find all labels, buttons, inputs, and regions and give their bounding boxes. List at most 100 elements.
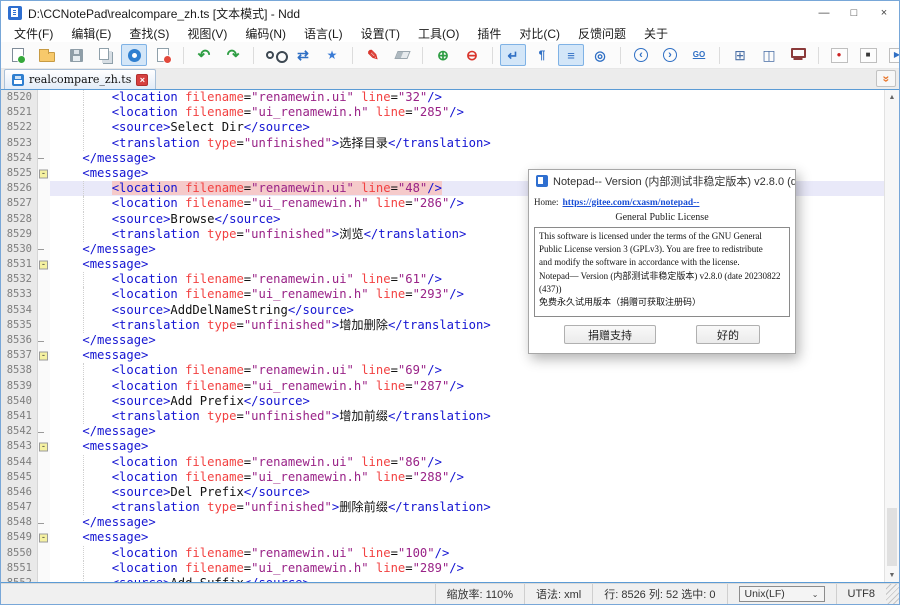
code-line[interactable]: 8542 </message> — [1, 424, 884, 439]
code-line[interactable]: 8551 <location filename="ui_renamewin.h"… — [1, 561, 884, 576]
code-line[interactable]: 8546 <source>Del Prefix</source> — [1, 485, 884, 500]
line-number[interactable]: 8531 — [1, 257, 37, 272]
line-number[interactable]: 8543 — [1, 439, 37, 454]
code-text[interactable]: <source>Del Prefix</source> — [50, 485, 884, 500]
tab-close-icon[interactable]: × — [136, 74, 148, 86]
line-number[interactable]: 8548 — [1, 515, 37, 530]
bookmark-icon[interactable]: ★ — [319, 44, 345, 66]
maximize-button[interactable]: □ — [839, 1, 869, 25]
new-file-icon[interactable] — [5, 44, 31, 66]
menu-view[interactable]: 视图(V) — [178, 25, 236, 42]
menu-settings[interactable]: 设置(T) — [352, 25, 409, 42]
line-number[interactable]: 8534 — [1, 303, 37, 318]
code-line[interactable]: 8550 <location filename="renamewin.ui" l… — [1, 546, 884, 561]
code-text[interactable]: <location filename="renamewin.ui" line="… — [50, 363, 884, 378]
menu-encoding[interactable]: 编码(N) — [236, 25, 295, 42]
code-line[interactable]: 8545 <location filename="ui_renamewin.h"… — [1, 470, 884, 485]
eraser-icon[interactable] — [389, 44, 415, 66]
line-number[interactable]: 8550 — [1, 546, 37, 561]
fold-collapse-icon[interactable]: - — [39, 260, 48, 269]
line-number[interactable]: 8546 — [1, 485, 37, 500]
fold-margin[interactable]: - — [37, 439, 50, 454]
line-number[interactable]: 8526 — [1, 181, 37, 196]
code-line[interactable]: 8543- <message> — [1, 439, 884, 454]
goto-line-icon[interactable]: GO — [686, 44, 712, 66]
split-window-icon[interactable]: ⊞ — [727, 44, 753, 66]
code-line[interactable]: 8540 <source>Add Prefix</source> — [1, 394, 884, 409]
close-doc-icon[interactable] — [121, 44, 147, 66]
code-text[interactable]: <location filename="ui_renamewin.h" line… — [50, 561, 884, 576]
line-number[interactable]: 8524 — [1, 151, 37, 166]
indent-guide-icon[interactable]: ≡ — [558, 44, 584, 66]
vertical-split-icon[interactable]: ◫ — [756, 44, 782, 66]
code-text[interactable]: <translation type="unfinished">选择目录</tra… — [50, 136, 884, 151]
line-number[interactable]: 8552 — [1, 576, 37, 582]
fold-margin[interactable]: - — [37, 257, 50, 272]
resize-grip[interactable] — [886, 584, 899, 604]
line-number[interactable]: 8541 — [1, 409, 37, 424]
code-text[interactable]: </message> — [50, 151, 884, 166]
code-text[interactable]: </message> — [50, 515, 884, 530]
line-number[interactable]: 8525 — [1, 166, 37, 181]
menu-feedback[interactable]: 反馈问题 — [569, 25, 635, 42]
code-line[interactable]: 8521 <location filename="ui_renamewin.h"… — [1, 105, 884, 120]
code-line[interactable]: 8539 <location filename="ui_renamewin.h"… — [1, 379, 884, 394]
line-number[interactable]: 8537 — [1, 348, 37, 363]
show-symbols-icon[interactable]: ¶ — [529, 44, 555, 66]
open-file-icon[interactable] — [34, 44, 60, 66]
line-number[interactable]: 8522 — [1, 120, 37, 135]
code-line[interactable]: 8548 </message> — [1, 515, 884, 530]
menu-about[interactable]: 关于 — [635, 25, 677, 42]
zoom-out-icon[interactable]: ⊖ — [459, 44, 485, 66]
line-number[interactable]: 8540 — [1, 394, 37, 409]
minimize-button[interactable]: — — [809, 1, 839, 25]
fold-margin[interactable]: - — [37, 166, 50, 181]
tab-realcompare[interactable]: realcompare_zh.ts × — [4, 69, 156, 89]
line-number[interactable]: 8521 — [1, 105, 37, 120]
code-text[interactable]: <source>Add Suffix</source> — [50, 576, 884, 582]
save-all-icon[interactable] — [92, 44, 118, 66]
word-wrap-icon[interactable]: ↵ — [500, 44, 526, 66]
code-text[interactable]: <location filename="renamewin.ui" line="… — [50, 455, 884, 470]
find-icon[interactable] — [261, 44, 287, 66]
scrollbar-thumb[interactable] — [887, 508, 897, 566]
replace-icon[interactable]: ⇄ — [290, 44, 316, 66]
locate-icon[interactable]: ◎ — [587, 44, 613, 66]
fold-collapse-icon[interactable]: - — [39, 534, 48, 543]
code-text[interactable]: <location filename="ui_renamewin.h" line… — [50, 379, 884, 394]
menu-compare[interactable]: 对比(C) — [510, 25, 569, 42]
code-line[interactable]: 8541 <translation type="unfinished">增加前缀… — [1, 409, 884, 424]
code-text[interactable]: <message> — [50, 530, 884, 545]
line-number[interactable]: 8539 — [1, 379, 37, 394]
code-line[interactable]: 8552 <source>Add Suffix</source> — [1, 576, 884, 582]
zoom-in-icon[interactable]: ⊕ — [430, 44, 456, 66]
code-text[interactable]: <location filename="ui_renamewin.h" line… — [50, 105, 884, 120]
scroll-down-icon[interactable]: ▼ — [885, 568, 899, 582]
code-text[interactable]: </message> — [50, 424, 884, 439]
line-number[interactable]: 8538 — [1, 363, 37, 378]
donate-button[interactable]: 捐赠支持 — [564, 325, 656, 344]
nav-back-icon[interactable]: ‹ — [628, 44, 654, 66]
line-number[interactable]: 8530 — [1, 242, 37, 257]
fold-collapse-icon[interactable]: - — [39, 442, 48, 451]
code-text[interactable]: <translation type="unfinished">增加前缀</tra… — [50, 409, 884, 424]
fold-margin[interactable]: - — [37, 530, 50, 545]
fold-collapse-icon[interactable]: - — [39, 351, 48, 360]
code-text[interactable]: <message> — [50, 439, 884, 454]
code-text[interactable]: <location filename="ui_renamewin.h" line… — [50, 470, 884, 485]
code-line[interactable]: 8524 </message> — [1, 151, 884, 166]
line-number[interactable]: 8549 — [1, 530, 37, 545]
line-number[interactable]: 8545 — [1, 470, 37, 485]
menu-edit[interactable]: 编辑(E) — [62, 25, 120, 42]
line-number[interactable]: 8523 — [1, 136, 37, 151]
line-number[interactable]: 8520 — [1, 90, 37, 105]
nav-forward-icon[interactable]: › — [657, 44, 683, 66]
code-line[interactable]: 8538 <location filename="renamewin.ui" l… — [1, 363, 884, 378]
scroll-up-icon[interactable]: ▲ — [885, 90, 899, 104]
code-text[interactable]: <translation type="unfinished">删除前缀</tra… — [50, 500, 884, 515]
code-text[interactable]: <source>Add Prefix</source> — [50, 394, 884, 409]
tab-list-button[interactable]: » — [876, 70, 896, 87]
close-all-icon[interactable] — [150, 44, 176, 66]
redo-icon[interactable]: ↷ — [220, 44, 246, 66]
menu-language[interactable]: 语言(L) — [295, 25, 352, 42]
